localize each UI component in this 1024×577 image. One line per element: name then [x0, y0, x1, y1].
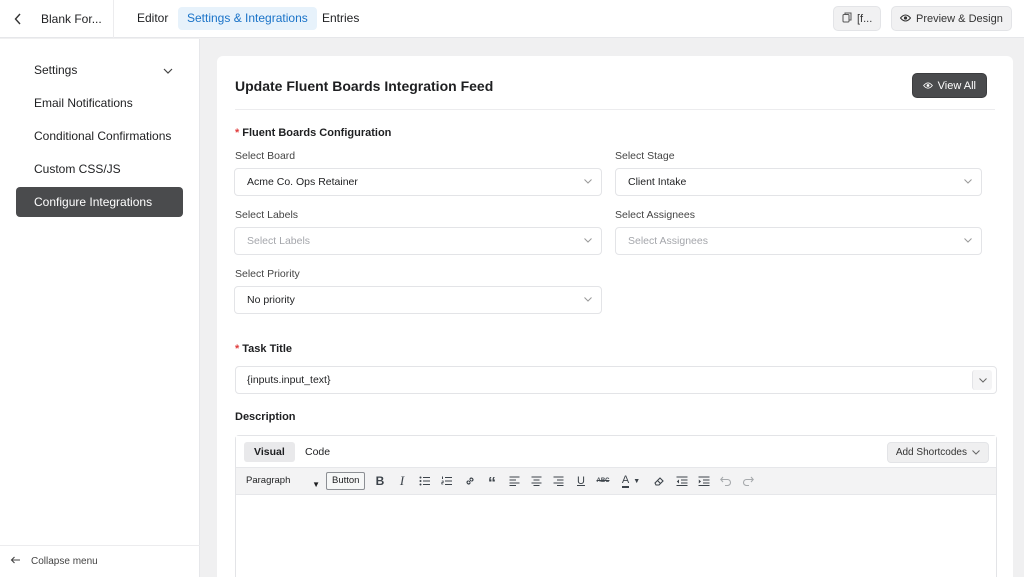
board-label: Select Board: [235, 150, 296, 162]
arrow-left-icon: [10, 556, 21, 567]
stage-select[interactable]: Client Intake: [615, 168, 982, 196]
redo-icon[interactable]: [740, 473, 756, 489]
assignees-label: Select Assignees: [615, 209, 695, 221]
bullet-list-icon[interactable]: [417, 473, 433, 489]
editor-header: Visual Code Add Shortcodes: [236, 436, 996, 467]
top-bar: Blank For... Editor Settings & Integrati…: [0, 0, 1024, 38]
description-label: Description: [235, 411, 296, 423]
sidebar-item-email-notifications[interactable]: Email Notifications: [16, 88, 183, 118]
chevron-down-icon: [972, 450, 980, 455]
collapse-menu-label: Collapse menu: [31, 556, 98, 567]
page-title: Update Fluent Boards Integration Feed: [235, 78, 494, 94]
chevron-down-icon: [978, 377, 987, 383]
blockquote-icon[interactable]: “: [484, 473, 500, 491]
sidebar-item-custom-css-js[interactable]: Custom CSS/JS: [16, 154, 183, 184]
format-value: Paragraph: [246, 475, 291, 486]
align-left-icon[interactable]: [506, 473, 522, 489]
indent-icon[interactable]: [696, 473, 712, 489]
chevron-down-icon: [584, 179, 592, 184]
assignees-placeholder: Select Assignees: [628, 235, 708, 247]
insert-button-button[interactable]: Button: [326, 472, 366, 490]
eye-icon: [922, 80, 933, 92]
shortcode-label: [f...: [857, 12, 873, 25]
view-all-button[interactable]: View All: [911, 73, 987, 98]
italic-icon[interactable]: I: [394, 473, 410, 489]
triangle-down-icon: ▼: [312, 480, 320, 489]
view-all-label: View All: [937, 79, 976, 92]
assignees-select[interactable]: Select Assignees: [615, 227, 982, 255]
copy-icon: [842, 12, 852, 26]
priority-select[interactable]: No priority: [234, 286, 602, 314]
task-title-input[interactable]: {inputs.input_text}: [235, 366, 997, 394]
stage-value: Client Intake: [628, 176, 687, 188]
chevron-down-icon: [964, 179, 972, 184]
divider: [235, 109, 995, 110]
align-right-icon[interactable]: [550, 473, 566, 489]
labels-label: Select Labels: [235, 209, 299, 221]
tab-code[interactable]: Code: [295, 442, 340, 462]
bold-icon[interactable]: B: [372, 473, 388, 489]
editor-toolbar: Paragraph ▼ Button B I “ U ABC A ▼: [236, 467, 996, 495]
tab-visual[interactable]: Visual: [244, 442, 295, 462]
text-color-icon[interactable]: A ▼: [618, 473, 644, 489]
chevron-down-icon: [584, 297, 592, 302]
underline-icon[interactable]: U: [573, 473, 589, 489]
sidebar-item-label: Settings: [34, 63, 78, 77]
tab-settings-integrations[interactable]: Settings & Integrations: [178, 7, 317, 30]
stage-label: Select Stage: [615, 150, 675, 162]
priority-value: No priority: [247, 294, 295, 306]
priority-label: Select Priority: [235, 268, 300, 280]
required-marker: *: [235, 343, 240, 355]
collapse-menu-button[interactable]: Collapse menu: [0, 545, 200, 577]
config-section-title: * Fluent Boards Configuration: [235, 127, 391, 139]
eraser-icon[interactable]: [651, 473, 667, 489]
labels-select[interactable]: Select Labels: [234, 227, 602, 255]
config-section-label: Fluent Boards Configuration: [242, 127, 392, 139]
chevron-down-icon: [964, 238, 972, 243]
strikethrough-icon[interactable]: ABC: [595, 473, 611, 489]
paragraph-format-select[interactable]: Paragraph ▼: [242, 472, 322, 490]
task-title-value: {inputs.input_text}: [247, 374, 331, 386]
link-icon[interactable]: [462, 473, 478, 489]
sidebar-item-conditional-confirmations[interactable]: Conditional Confirmations: [16, 121, 183, 151]
sidebar-item-settings[interactable]: Settings: [16, 55, 183, 85]
required-marker: *: [235, 127, 240, 139]
chevron-down-icon: [163, 55, 173, 85]
labels-placeholder: Select Labels: [247, 235, 311, 247]
align-center-icon[interactable]: [528, 473, 544, 489]
preview-design-button[interactable]: Preview & Design: [891, 6, 1012, 31]
sidebar-item-configure-integrations[interactable]: Configure Integrations: [16, 187, 183, 217]
back-arrow-icon[interactable]: [8, 9, 28, 29]
tab-editor[interactable]: Editor: [128, 7, 177, 30]
board-value: Acme Co. Ops Retainer: [247, 176, 358, 188]
add-shortcodes-button[interactable]: Add Shortcodes: [886, 442, 989, 463]
eye-icon: [899, 13, 912, 25]
form-name[interactable]: Blank For...: [41, 12, 102, 26]
sidebar: Settings Email Notifications Conditional…: [0, 39, 200, 577]
board-select[interactable]: Acme Co. Ops Retainer: [234, 168, 602, 196]
numbered-list-icon[interactable]: [439, 473, 455, 489]
integration-feed-card: Update Fluent Boards Integration Feed Vi…: [217, 56, 1013, 577]
shortcode-button[interactable]: [f...: [833, 6, 882, 31]
chevron-down-icon: [584, 238, 592, 243]
tab-entries[interactable]: Entries: [313, 7, 368, 30]
shortcode-dropdown-button[interactable]: [972, 370, 992, 390]
task-title-label: * Task Title: [235, 343, 292, 355]
description-editor: Visual Code Add Shortcodes Paragraph ▼ B…: [235, 435, 997, 577]
preview-label: Preview & Design: [916, 12, 1003, 25]
add-shortcodes-label: Add Shortcodes: [895, 447, 967, 458]
divider: [113, 0, 114, 38]
task-title-text: Task Title: [242, 343, 293, 355]
undo-icon[interactable]: [718, 473, 734, 489]
outdent-icon[interactable]: [674, 473, 690, 489]
